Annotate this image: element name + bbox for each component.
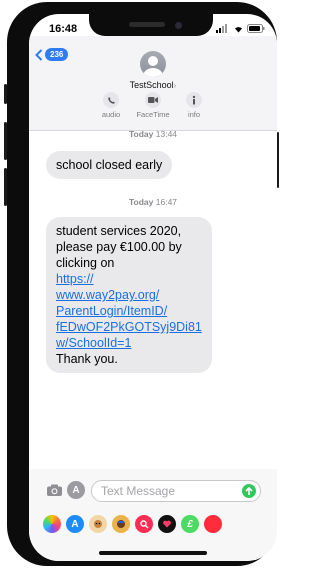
- notch: [89, 14, 213, 36]
- animoji-icon[interactable]: [112, 515, 130, 533]
- timestamp-day: Today: [128, 197, 154, 207]
- music-icon[interactable]: [204, 515, 222, 533]
- video-icon: [145, 92, 161, 108]
- arrow-up-icon: [245, 486, 253, 495]
- link-line: https://: [56, 272, 94, 286]
- contact-avatar[interactable]: [140, 51, 166, 77]
- message-text: school closed early: [56, 158, 163, 172]
- info-icon: [186, 92, 202, 108]
- message-text-closing: Thank you.: [56, 352, 118, 366]
- message-composer: A Text Message A £: [29, 469, 277, 561]
- audio-call-button[interactable]: audio: [91, 92, 131, 119]
- message-input[interactable]: Text Message: [91, 480, 261, 502]
- link-line: w/SchoolId=1: [56, 336, 132, 350]
- contact-name: TestSchool: [129, 80, 174, 90]
- camera-icon[interactable]: [47, 484, 62, 496]
- facetime-label: FaceTime: [136, 110, 170, 119]
- contact-name-row[interactable]: TestSchool›: [29, 80, 277, 90]
- volume-up-button: [4, 122, 7, 160]
- photos-icon[interactable]: [43, 515, 61, 533]
- wifi-icon: [235, 27, 242, 33]
- screen: 16:48 236 TestSchool› audio FaceTime inf…: [29, 14, 277, 561]
- status-icons: [216, 24, 265, 33]
- message-text: student services 2020, please pay €100.0…: [56, 224, 182, 270]
- signal-icon: [216, 24, 227, 33]
- volume-down-button: [4, 168, 7, 206]
- person-icon: [143, 56, 163, 77]
- message-input-placeholder: Text Message: [101, 484, 176, 498]
- chevron-right-icon: ›: [173, 81, 177, 90]
- battery-icon: [247, 24, 265, 33]
- timestamp-2: Today 16:47: [29, 197, 277, 207]
- chevron-left-icon: [35, 48, 43, 61]
- app-store-button-icon[interactable]: A: [67, 481, 85, 499]
- link-line: fEDwOF2PkGOTSyj9Di81: [56, 320, 202, 334]
- back-button[interactable]: 236: [35, 48, 69, 61]
- side-button: [277, 132, 279, 188]
- timestamp-1: Today 13:44: [29, 129, 277, 139]
- app-store-icon[interactable]: A: [66, 515, 84, 533]
- facetime-button[interactable]: FaceTime: [133, 92, 173, 119]
- payment-icon[interactable]: £: [181, 515, 199, 533]
- info-button[interactable]: info: [174, 92, 214, 119]
- unread-count-badge: 236: [45, 48, 69, 61]
- speaker: [129, 22, 165, 27]
- message-bubble-1[interactable]: school closed early: [46, 151, 173, 179]
- payment-link[interactable]: https:// www.way2pay.org/ ParentLogin/It…: [56, 271, 202, 351]
- message-bubble-2[interactable]: student services 2020, please pay €100.0…: [46, 217, 212, 373]
- timestamp-day: Today: [128, 129, 154, 139]
- status-time: 16:48: [49, 23, 78, 35]
- link-line: www.way2pay.org/: [56, 288, 160, 302]
- audio-label: audio: [101, 110, 121, 119]
- mute-switch: [4, 84, 7, 104]
- timestamp-time: 16:47: [155, 197, 178, 207]
- digital-touch-icon[interactable]: [158, 515, 176, 533]
- memoji-icon[interactable]: [89, 515, 107, 533]
- info-label: info: [187, 110, 201, 119]
- phone-frame: 16:48 236 TestSchool› audio FaceTime inf…: [4, 2, 279, 566]
- front-camera: [175, 22, 182, 29]
- search-images-icon[interactable]: [135, 515, 153, 533]
- link-line: ParentLogin/ItemID/: [56, 304, 168, 318]
- timestamp-time: 13:44: [155, 129, 178, 139]
- phone-icon: [103, 92, 119, 108]
- app-tray: A £: [29, 511, 277, 537]
- send-button[interactable]: [242, 484, 256, 498]
- home-indicator: [99, 551, 207, 555]
